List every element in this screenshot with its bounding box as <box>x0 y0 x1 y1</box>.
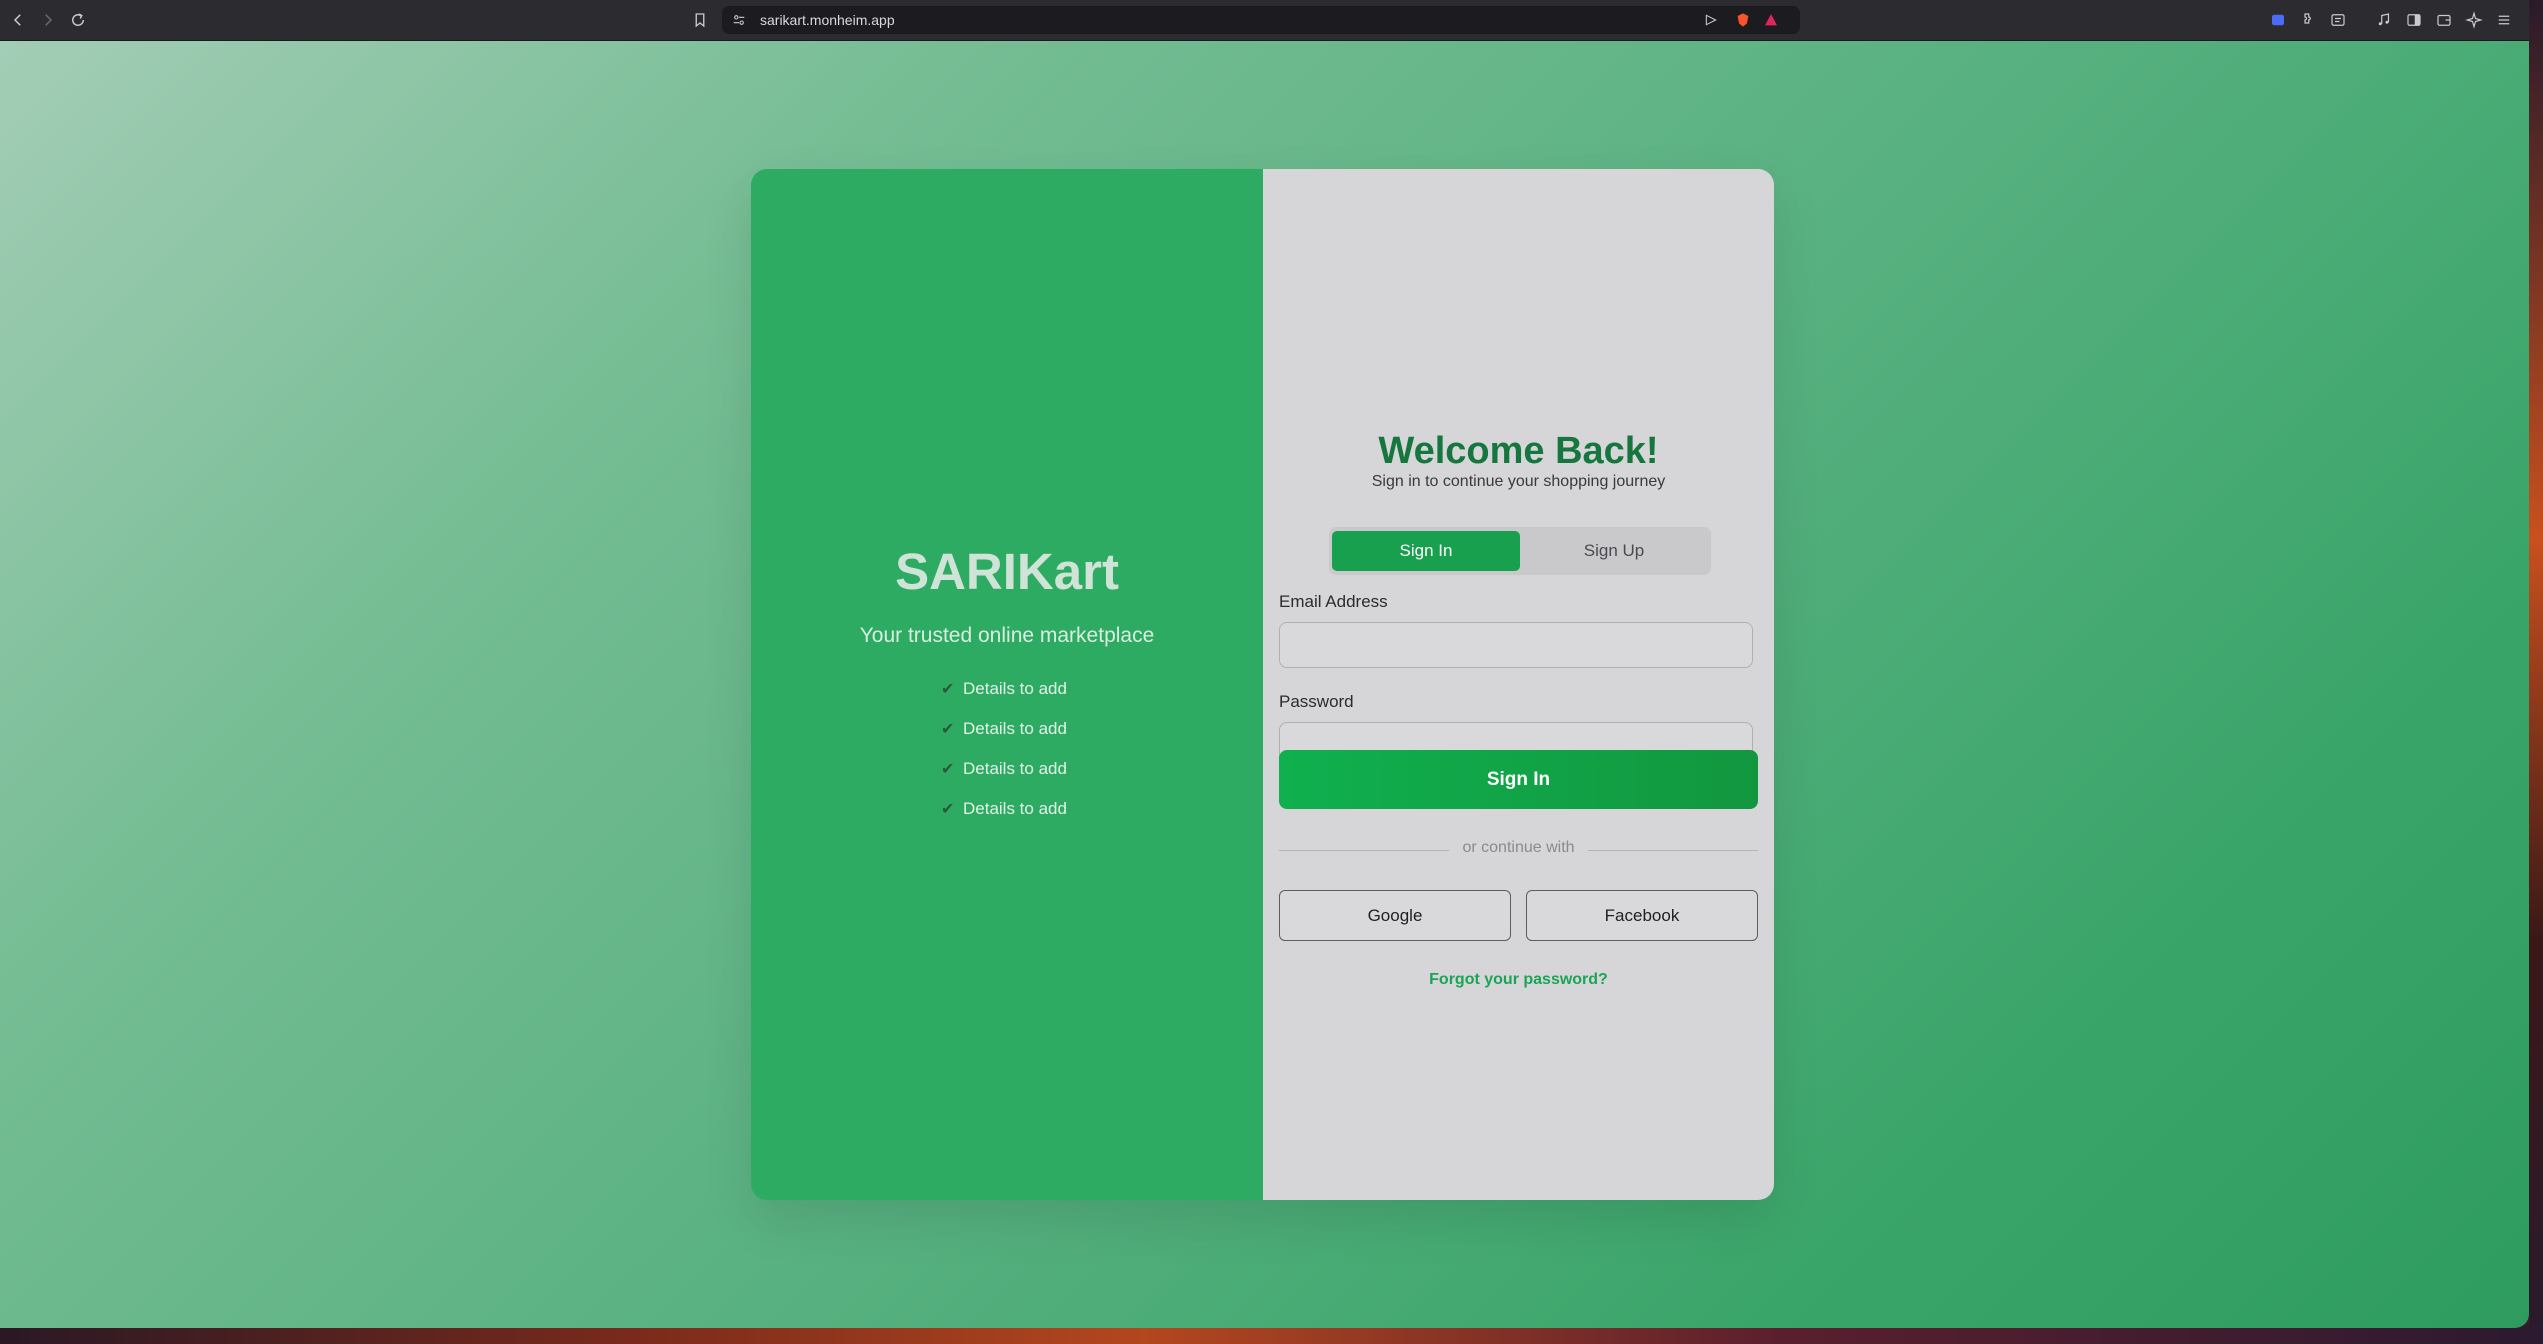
feature-item: ✔ Details to add <box>941 749 1161 789</box>
page-subtitle: Sign in to continue your shopping journe… <box>1371 473 1666 490</box>
auth-card: SARIKart Your trusted online marketplace… <box>751 169 1774 1200</box>
feature-label: Details to add <box>963 759 1067 778</box>
desktop-wallpaper-edge <box>2529 0 2543 1344</box>
checkmark-icon: ✔ <box>941 761 955 778</box>
forward-icon[interactable] <box>36 8 60 32</box>
extension-wallet-icon[interactable] <box>2266 8 2290 32</box>
feature-item: ✔ Details to add <box>941 709 1161 749</box>
page-viewport: SARIKart Your trusted online marketplace… <box>0 41 2529 1328</box>
address-bar[interactable]: sarikart.monheim.app <box>722 6 1800 34</box>
forgot-password-link[interactable]: Forgot your password? <box>1263 971 1774 989</box>
feature-label: Details to add <box>963 679 1067 698</box>
back-icon[interactable] <box>6 8 30 32</box>
email-field[interactable] <box>1279 622 1753 668</box>
tab-sign-up[interactable]: Sign Up <box>1520 531 1708 571</box>
facebook-button[interactable]: Facebook <box>1526 890 1758 941</box>
url-text[interactable]: sarikart.monheim.app <box>760 6 895 34</box>
brave-shield-icon[interactable] <box>1734 11 1752 29</box>
feature-item: ✔ Details to add <box>941 669 1161 709</box>
email-label: Email Address <box>1279 592 1388 611</box>
send-icon[interactable] <box>1702 11 1720 29</box>
feature-list: ✔ Details to add ✔ Details to add ✔ Deta… <box>941 669 1161 829</box>
divider-text: or continue with <box>1462 839 1575 856</box>
page-title: Welcome Back! <box>1378 430 1659 472</box>
brand-title: SARIKart <box>895 543 1119 600</box>
browser-window: sarikart.monheim.app SARIKart Your trust… <box>0 0 2529 1328</box>
brand-panel: SARIKart Your trusted online marketplace… <box>751 169 1263 1200</box>
reader-mode-icon[interactable] <box>2326 8 2350 32</box>
bookmark-icon[interactable] <box>688 8 712 32</box>
sign-in-button[interactable]: Sign In <box>1279 750 1758 809</box>
media-icon[interactable] <box>2372 8 2396 32</box>
password-label: Password <box>1279 692 1354 711</box>
auth-panel: Welcome Back! Sign in to continue your s… <box>1263 169 1774 1200</box>
sidebar-icon[interactable] <box>2402 8 2426 32</box>
reload-icon[interactable] <box>66 8 90 32</box>
leo-ai-icon[interactable] <box>2462 8 2486 32</box>
auth-tabs: Sign In Sign Up <box>1329 527 1711 575</box>
extensions-icon[interactable] <box>2296 8 2320 32</box>
checkmark-icon: ✔ <box>941 801 955 818</box>
tab-sign-in[interactable]: Sign In <box>1332 531 1520 571</box>
browser-toolbar: sarikart.monheim.app <box>0 0 2529 41</box>
site-settings-icon[interactable] <box>730 11 748 29</box>
divider-line-right <box>1588 850 1758 851</box>
feature-label: Details to add <box>963 719 1067 738</box>
brand-tagline: Your trusted online marketplace <box>859 624 1155 647</box>
feature-label: Details to add <box>963 799 1067 818</box>
brave-rewards-icon[interactable] <box>1762 11 1780 29</box>
google-button[interactable]: Google <box>1279 890 1511 941</box>
menu-icon[interactable] <box>2492 8 2516 32</box>
checkmark-icon: ✔ <box>941 721 955 738</box>
feature-item: ✔ Details to add <box>941 789 1161 829</box>
wallet-icon[interactable] <box>2432 8 2456 32</box>
checkmark-icon: ✔ <box>941 681 955 698</box>
